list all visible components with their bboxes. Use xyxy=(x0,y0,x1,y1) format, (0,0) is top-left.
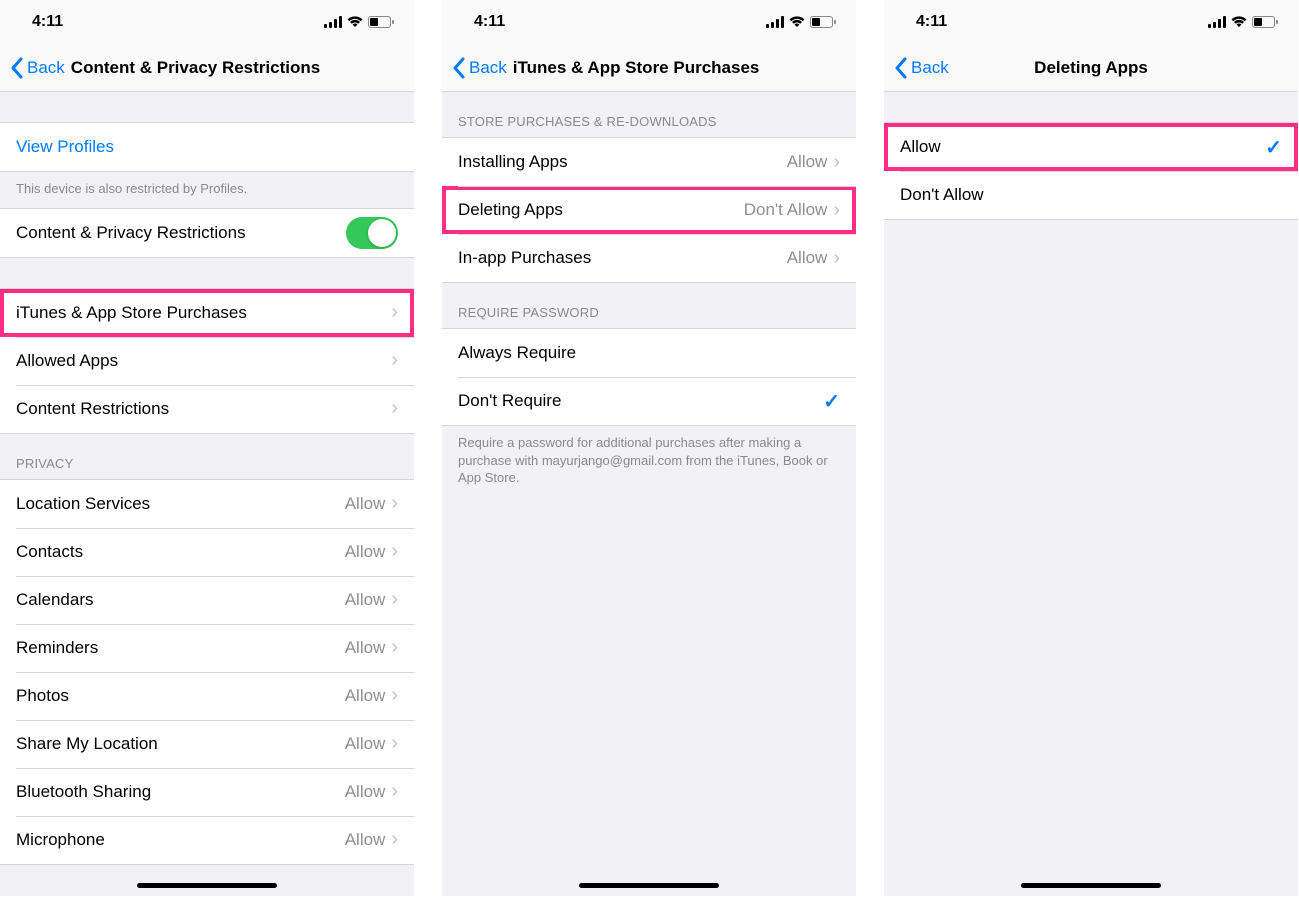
battery-icon xyxy=(1252,16,1278,28)
chevron-right-icon: › xyxy=(391,540,398,563)
chevron-right-icon: › xyxy=(391,349,398,372)
wifi-icon xyxy=(789,16,805,28)
status-icons xyxy=(324,16,394,28)
store-header: STORE PURCHASES & RE-DOWNLOADS xyxy=(442,92,856,137)
reminders-row[interactable]: RemindersAllow› xyxy=(0,624,414,672)
view-profiles-row[interactable]: View Profiles xyxy=(0,123,414,171)
content-area: STORE PURCHASES & RE-DOWNLOADS Installin… xyxy=(442,92,856,497)
calendars-row[interactable]: CalendarsAllow› xyxy=(0,576,414,624)
privacy-header: PRIVACY xyxy=(0,434,414,479)
bluetooth-row[interactable]: Bluetooth SharingAllow› xyxy=(0,768,414,816)
cellular-icon xyxy=(324,16,342,28)
battery-icon xyxy=(810,16,836,28)
chevron-left-icon xyxy=(894,57,907,79)
home-indicator[interactable] xyxy=(137,883,277,888)
cellular-icon xyxy=(1208,16,1226,28)
chevron-left-icon xyxy=(452,57,465,79)
chevron-right-icon: › xyxy=(391,397,398,420)
wifi-icon xyxy=(1231,16,1247,28)
options-section: Allow✓ Don't Allow xyxy=(884,122,1298,220)
checkmark-icon: ✓ xyxy=(823,389,840,414)
chevron-right-icon: › xyxy=(833,247,840,270)
inapp-purchases-row[interactable]: In-app PurchasesAllow› xyxy=(442,234,856,282)
status-bar: 4:11 xyxy=(0,0,414,44)
home-indicator[interactable] xyxy=(1021,883,1161,888)
back-button[interactable]: Back xyxy=(894,57,949,79)
screen-itunes-appstore: 4:11 Back iTunes & App Store Purchases S… xyxy=(442,0,856,896)
row-label: iTunes & App Store Purchases xyxy=(16,303,391,323)
main-rows-section: iTunes & App Store Purchases › Allowed A… xyxy=(0,288,414,434)
restrictions-toggle[interactable] xyxy=(346,217,398,249)
chevron-right-icon: › xyxy=(391,636,398,659)
battery-icon xyxy=(368,16,394,28)
deleting-apps-row[interactable]: Deleting AppsDon't Allow› xyxy=(442,186,856,234)
chevron-right-icon: › xyxy=(391,780,398,803)
checkmark-icon: ✓ xyxy=(1265,135,1282,160)
nav-bar: Back Content & Privacy Restrictions xyxy=(0,44,414,92)
chevron-right-icon: › xyxy=(391,301,398,324)
back-button[interactable]: Back xyxy=(10,57,65,79)
nav-bar: Back iTunes & App Store Purchases xyxy=(442,44,856,92)
password-footer: Require a password for additional purcha… xyxy=(442,426,856,497)
dont-allow-row[interactable]: Don't Allow xyxy=(884,171,1298,219)
status-icons xyxy=(1208,16,1278,28)
content-restrictions-row[interactable]: Content Restrictions › xyxy=(0,385,414,433)
view-profiles-link: View Profiles xyxy=(16,137,114,157)
status-bar: 4:11 xyxy=(442,0,856,44)
status-icons xyxy=(766,16,836,28)
status-time: 4:11 xyxy=(474,13,505,31)
always-require-row[interactable]: Always Require xyxy=(442,329,856,377)
wifi-icon xyxy=(347,16,363,28)
content-area: View Profiles This device is also restri… xyxy=(0,92,414,865)
restrictions-toggle-row[interactable]: Content & Privacy Restrictions xyxy=(0,209,414,257)
profiles-note: This device is also restricted by Profil… xyxy=(0,172,414,208)
back-button[interactable]: Back xyxy=(452,57,507,79)
chevron-right-icon: › xyxy=(833,199,840,222)
row-label: Content Restrictions xyxy=(16,399,391,419)
chevron-right-icon: › xyxy=(391,828,398,851)
installing-apps-row[interactable]: Installing AppsAllow› xyxy=(442,138,856,186)
home-indicator[interactable] xyxy=(579,883,719,888)
toggle-section: Content & Privacy Restrictions xyxy=(0,208,414,258)
contacts-row[interactable]: ContactsAllow› xyxy=(0,528,414,576)
privacy-section: Location ServicesAllow› ContactsAllow› C… xyxy=(0,479,414,865)
chevron-right-icon: › xyxy=(391,588,398,611)
cellular-icon xyxy=(766,16,784,28)
profiles-section: View Profiles xyxy=(0,122,414,172)
share-location-row[interactable]: Share My LocationAllow› xyxy=(0,720,414,768)
itunes-appstore-row[interactable]: iTunes & App Store Purchases › xyxy=(0,289,414,337)
chevron-left-icon xyxy=(10,57,23,79)
dont-require-row[interactable]: Don't Require✓ xyxy=(442,377,856,425)
location-services-row[interactable]: Location ServicesAllow› xyxy=(0,480,414,528)
screen-deleting-apps: 4:11 Back Deleting Apps Allow✓ Don't All… xyxy=(884,0,1298,896)
toggle-label: Content & Privacy Restrictions xyxy=(16,223,346,243)
chevron-right-icon: › xyxy=(833,151,840,174)
password-section: Always Require Don't Require✓ xyxy=(442,328,856,426)
nav-bar: Back Deleting Apps xyxy=(884,44,1298,92)
content-area: Allow✓ Don't Allow xyxy=(884,92,1298,220)
nav-title: Content & Privacy Restrictions xyxy=(71,58,320,78)
chevron-right-icon: › xyxy=(391,684,398,707)
status-time: 4:11 xyxy=(32,13,63,31)
row-label: Allowed Apps xyxy=(16,351,391,371)
microphone-row[interactable]: MicrophoneAllow› xyxy=(0,816,414,864)
allow-row[interactable]: Allow✓ xyxy=(884,123,1298,171)
status-bar: 4:11 xyxy=(884,0,1298,44)
store-section: Installing AppsAllow› Deleting AppsDon't… xyxy=(442,137,856,283)
chevron-right-icon: › xyxy=(391,492,398,515)
allowed-apps-row[interactable]: Allowed Apps › xyxy=(0,337,414,385)
screen-content-privacy: 4:11 Back Content & Privacy Restrictions… xyxy=(0,0,414,896)
password-header: REQUIRE PASSWORD xyxy=(442,283,856,328)
photos-row[interactable]: PhotosAllow› xyxy=(0,672,414,720)
nav-title: iTunes & App Store Purchases xyxy=(513,58,760,78)
chevron-right-icon: › xyxy=(391,732,398,755)
status-time: 4:11 xyxy=(916,13,947,31)
